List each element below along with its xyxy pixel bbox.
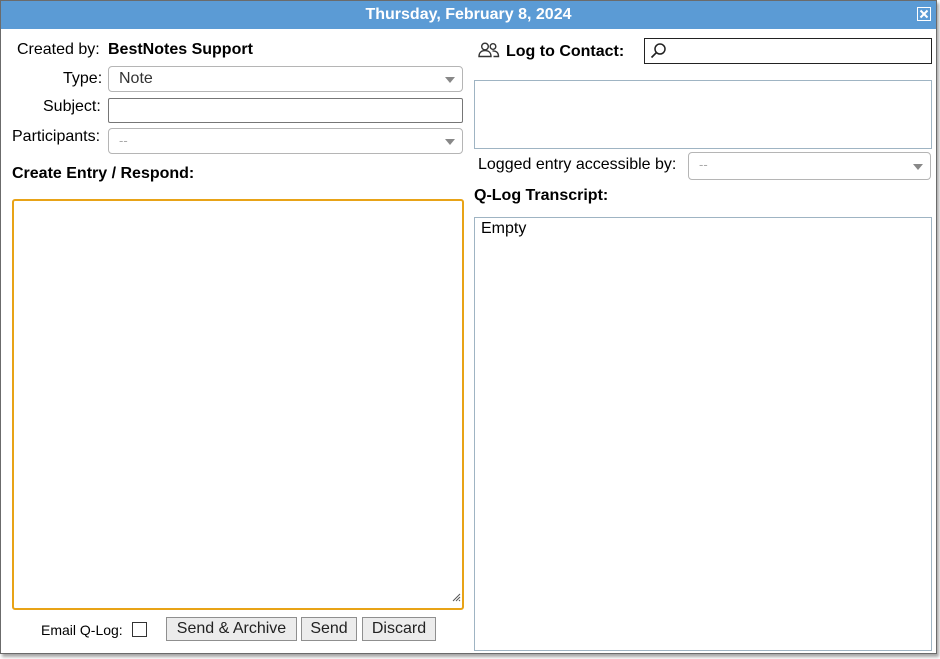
transcript-empty-text: Empty <box>481 220 527 237</box>
contact-search-input[interactable] <box>644 38 932 64</box>
created-by-value: BestNotes Support <box>108 41 253 58</box>
qlog-transcript-box[interactable]: Empty <box>474 217 932 651</box>
contacts-icon <box>478 42 500 63</box>
dialog-title: Thursday, February 8, 2024 <box>365 6 572 23</box>
qlog-transcript-heading: Q-Log Transcript: <box>474 187 609 204</box>
chevron-down-icon <box>445 77 455 83</box>
discard-button[interactable]: Discard <box>362 617 436 641</box>
subject-input[interactable] <box>108 98 463 123</box>
type-select[interactable]: Note <box>108 66 463 92</box>
resize-grip-icon[interactable] <box>451 589 461 607</box>
accessible-by-select-value: -- <box>699 157 708 172</box>
participants-select-value: -- <box>119 133 128 148</box>
send-button[interactable]: Send <box>301 617 357 641</box>
accessible-by-select[interactable]: -- <box>688 152 931 180</box>
chevron-down-icon <box>913 164 923 170</box>
dialog-titlebar: Thursday, February 8, 2024 <box>1 1 936 29</box>
participants-label: Participants: <box>12 128 101 145</box>
chevron-down-icon <box>445 139 455 145</box>
type-label: Type: <box>63 70 103 87</box>
subject-label: Subject: <box>43 98 101 115</box>
email-qlog-label: Email Q-Log: <box>41 622 123 638</box>
email-qlog-checkbox[interactable] <box>132 622 147 637</box>
send-archive-button[interactable]: Send & Archive <box>166 617 297 641</box>
entry-textarea[interactable] <box>12 199 464 610</box>
close-button[interactable] <box>917 7 931 21</box>
close-icon <box>918 8 930 20</box>
qlog-dialog: Thursday, February 8, 2024 Created by: B… <box>0 0 937 654</box>
create-entry-heading: Create Entry / Respond: <box>12 165 195 182</box>
created-by-label: Created by: <box>17 41 100 58</box>
log-to-contact-label: Log to Contact: <box>506 43 625 60</box>
logged-entry-accessible-label: Logged entry accessible by: <box>478 156 677 173</box>
type-select-value: Note <box>119 70 153 87</box>
participants-select[interactable]: -- <box>108 128 463 154</box>
contact-list-box[interactable] <box>474 80 932 149</box>
